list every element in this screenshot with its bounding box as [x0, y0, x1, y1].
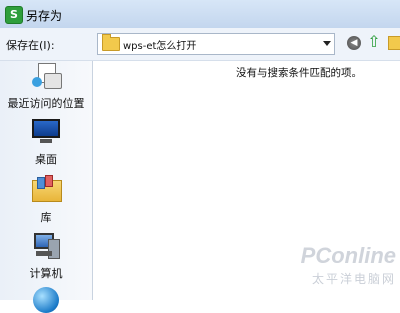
sidebar-item-libraries[interactable]: 库: [0, 175, 92, 225]
location-toolbar: 保存在(I): wps-et怎么打开 ◀ ⇧: [0, 28, 400, 61]
wps-app-icon: S: [5, 6, 23, 24]
save-in-label: 保存在(I):: [6, 39, 55, 52]
sidebar-item-network[interactable]: [0, 287, 92, 313]
sidebar-item-recent-places[interactable]: 最近访问的位置: [0, 63, 92, 111]
computer-icon: [30, 233, 62, 259]
sidebar-item-desktop[interactable]: 桌面: [0, 119, 92, 167]
empty-results-message: 没有与搜索条件匹配的项。: [236, 67, 362, 79]
desktop-icon: [30, 119, 62, 145]
pconline-watermark: PConline 太平洋电脑网: [286, 243, 398, 293]
chevron-down-icon[interactable]: [323, 41, 331, 46]
save-in-dropdown[interactable]: wps-et怎么打开: [97, 33, 335, 55]
sidebar-item-computer[interactable]: 计算机: [0, 233, 92, 281]
back-icon[interactable]: ◀: [347, 36, 361, 50]
sidebar-item-label: 库: [40, 211, 52, 224]
current-folder-name: wps-et怎么打开: [123, 41, 197, 52]
recent-places-icon: [30, 63, 62, 89]
libraries-icon: [30, 175, 62, 203]
folder-icon: [102, 34, 120, 51]
up-folder-icon[interactable]: ⇧: [367, 34, 381, 50]
watermark-subtitle: 太平洋电脑网: [311, 272, 396, 286]
watermark-logo: PConline: [300, 243, 396, 268]
places-sidebar: 最近访问的位置 桌面 库 计算机: [0, 61, 93, 313]
new-folder-icon[interactable]: [388, 36, 400, 50]
sidebar-item-label: 计算机: [29, 267, 63, 280]
sidebar-item-label: 桌面: [35, 153, 57, 166]
window-title: 另存为: [26, 9, 63, 23]
title-bar: S 另存为: [0, 0, 400, 29]
network-icon: [33, 287, 59, 313]
sidebar-item-label: 最近访问的位置: [7, 97, 85, 110]
